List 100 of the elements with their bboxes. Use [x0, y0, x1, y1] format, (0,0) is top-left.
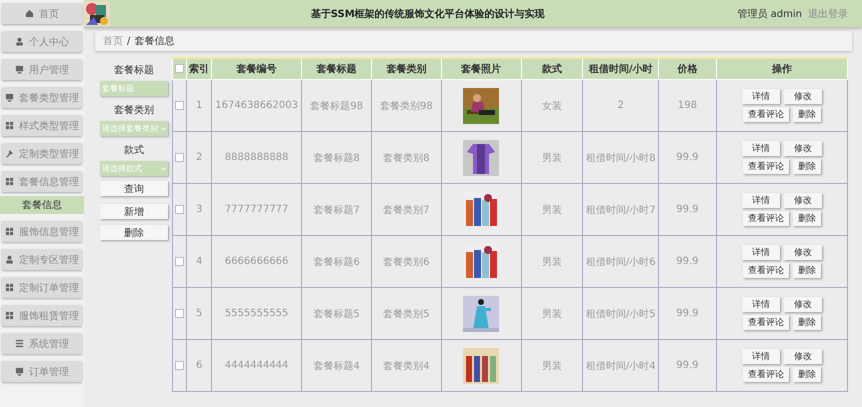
grid-icon — [5, 121, 14, 130]
row-action-button[interactable]: 删除 — [792, 367, 821, 382]
column-header: 套餐照片 — [441, 58, 522, 80]
table-cell: 男装 — [521, 340, 583, 392]
checkbox[interactable] — [175, 100, 184, 110]
breadcrumb-separator: / — [127, 36, 130, 46]
row-action-button[interactable]: 查看评论 — [742, 315, 789, 330]
table-cell: 8888888888 — [211, 132, 302, 184]
row-action-button[interactable]: 删除 — [792, 263, 821, 278]
table-cell: 99.9 — [658, 236, 716, 288]
column-header: 套餐标题 — [302, 58, 372, 80]
monitor-icon — [5, 93, 14, 102]
row-action-button[interactable]: 详情 — [742, 141, 780, 156]
table-cell: 4444444444 — [211, 340, 302, 392]
table-cell: 套餐标题98 — [302, 80, 372, 132]
row-action-button[interactable]: 查看评论 — [742, 107, 789, 122]
monitor-icon — [15, 367, 24, 376]
grid-icon — [5, 177, 14, 186]
grid-icon — [5, 283, 14, 292]
checkbox[interactable] — [175, 360, 184, 370]
table-cell: 99.9 — [658, 288, 716, 340]
row-action-button[interactable]: 查看评论 — [742, 159, 789, 174]
row-action-button[interactable]: 删除 — [792, 315, 821, 330]
row-action-button[interactable]: 修改 — [784, 297, 822, 312]
row-action-button[interactable]: 修改 — [784, 89, 822, 104]
row-action-button[interactable]: 修改 — [784, 349, 822, 364]
row-action-button[interactable]: 查看评论 — [742, 263, 789, 278]
home-icon — [25, 9, 34, 18]
person-icon — [15, 37, 24, 46]
table-cell: 99.9 — [658, 132, 716, 184]
row-action-button[interactable]: 查看评论 — [742, 211, 789, 226]
table-cell: 租借时间/小时6 — [582, 236, 659, 288]
action-button[interactable]: 删除 — [100, 225, 168, 240]
checkbox[interactable] — [175, 256, 184, 266]
row-action-button[interactable]: 修改 — [784, 141, 822, 156]
action-button[interactable]: 新增 — [100, 204, 168, 219]
field-label: 套餐类别 — [113, 104, 155, 117]
user-label: 管理员 admin — [737, 8, 802, 20]
table-cell: 套餐类别8 — [371, 132, 442, 184]
table-cell: 租借时间/小时7 — [582, 184, 659, 236]
breadcrumb-item: 套餐信息 — [134, 34, 174, 48]
table-cell: 租借时间/小时4 — [582, 340, 659, 392]
row-action-button[interactable]: 删除 — [792, 159, 821, 174]
table-cell: 2 — [582, 80, 659, 132]
table-cell: 套餐类别5 — [371, 288, 442, 340]
table-cell: 99.9 — [658, 340, 716, 392]
table-cell: 女装 — [521, 80, 583, 132]
table-cell: 租借时间/小时5 — [582, 288, 659, 340]
field-label: 款式 — [123, 144, 145, 157]
column-header: 套餐编号 — [211, 58, 302, 80]
table-cell: 套餐标题8 — [302, 132, 372, 184]
table-cell: 5 — [186, 288, 212, 340]
grid-icon — [5, 311, 14, 320]
checkbox[interactable] — [175, 308, 184, 318]
row-action-button[interactable]: 详情 — [742, 349, 780, 364]
table-cell: 男装 — [521, 288, 583, 340]
row-action-button[interactable]: 删除 — [792, 211, 821, 226]
column-header: 价格 — [658, 58, 716, 80]
table-cell: 1 — [186, 80, 212, 132]
grid-icon — [5, 227, 14, 236]
column-header: 款式 — [521, 58, 583, 80]
column-header: 索引 — [186, 58, 212, 80]
row-action-button[interactable]: 查看评论 — [742, 367, 789, 382]
checkbox[interactable] — [175, 204, 184, 214]
column-header: 操作 — [716, 58, 848, 80]
table-cell: 6 — [186, 340, 212, 392]
column-header: 租借时间/小时 — [582, 58, 659, 80]
table-cell: 7777777777 — [211, 184, 302, 236]
table-cell: 套餐类别6 — [371, 236, 442, 288]
table-cell: 1674638662003 — [211, 80, 302, 132]
chevron-down-icon — [161, 126, 166, 130]
table-cell: 套餐类别4 — [371, 340, 442, 392]
row-action-button[interactable]: 修改 — [784, 193, 822, 208]
table-cell: 6666666666 — [211, 236, 302, 288]
table-cell: 99.9 — [658, 184, 716, 236]
row-action-button[interactable]: 详情 — [742, 89, 780, 104]
chevron-down-icon — [161, 166, 166, 170]
table-cell: 套餐标题7 — [302, 184, 372, 236]
monitor-icon — [15, 65, 24, 74]
table-cell: 男装 — [521, 132, 583, 184]
table-cell: 198 — [658, 80, 716, 132]
row-action-button[interactable]: 详情 — [742, 297, 780, 312]
sidebar-subitem[interactable]: 套餐信息 — [0, 196, 84, 214]
query-button[interactable]: 查询 — [100, 181, 168, 196]
checkbox[interactable] — [175, 152, 184, 162]
table-cell: 套餐标题6 — [302, 236, 372, 288]
table-cell: 3 — [186, 184, 212, 236]
page-title: 基于SSM框架的传统服饰文化平台体验的设计与实现 — [310, 7, 546, 20]
table-cell: 2 — [186, 132, 212, 184]
row-action-button[interactable]: 删除 — [792, 107, 821, 122]
checkbox[interactable] — [175, 64, 184, 74]
row-action-button[interactable]: 修改 — [784, 245, 822, 260]
row-action-button[interactable]: 详情 — [742, 245, 780, 260]
row-action-button[interactable]: 详情 — [742, 193, 780, 208]
table-cell: 套餐类别98 — [371, 80, 442, 132]
field-label: 套餐标题 — [113, 64, 155, 77]
table-cell: 5555555555 — [211, 288, 302, 340]
person-icon — [5, 255, 14, 264]
table-cell: 套餐类别7 — [371, 184, 442, 236]
table-cell: 套餐标题4 — [302, 340, 372, 392]
